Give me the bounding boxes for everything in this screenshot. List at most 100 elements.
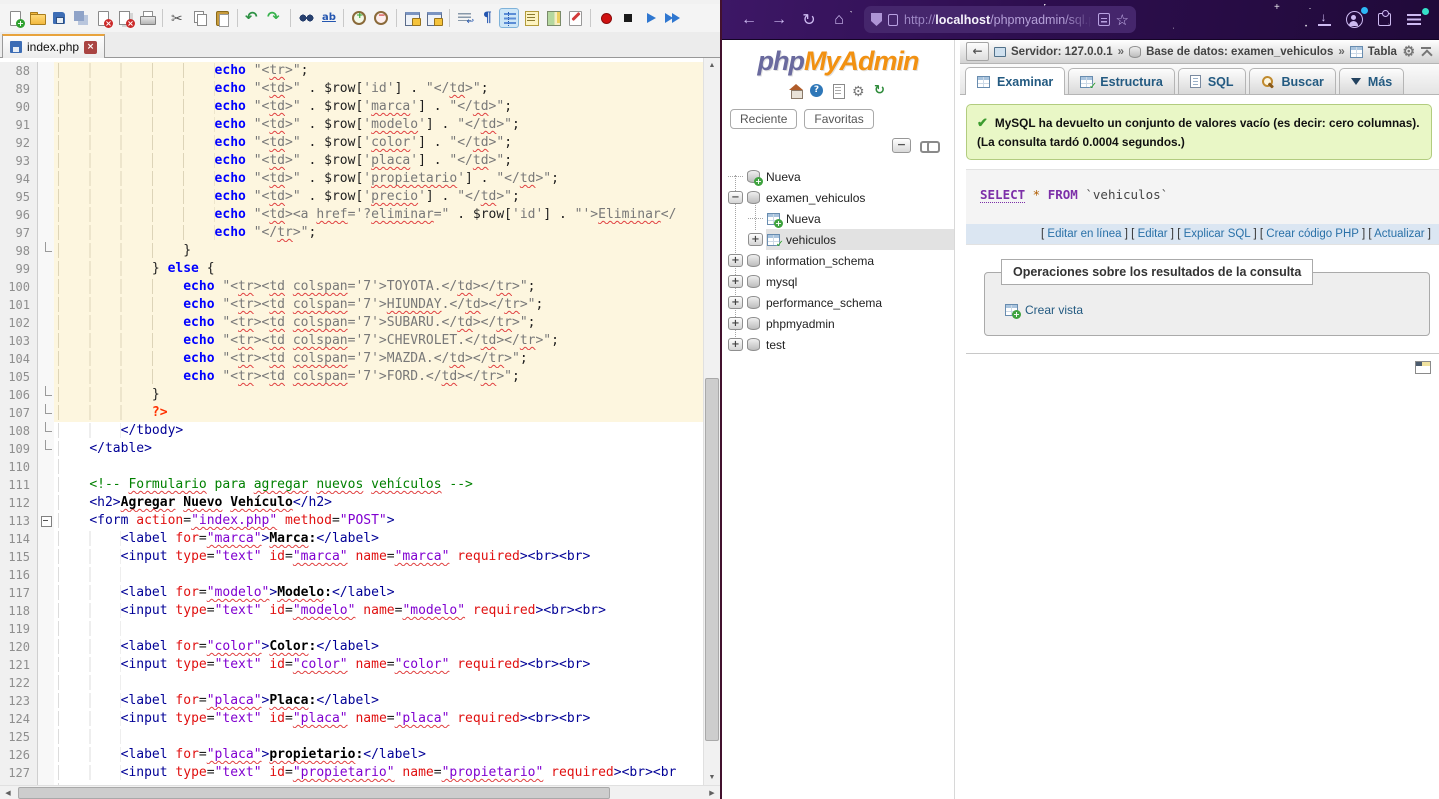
stop-macro-button[interactable] bbox=[618, 8, 638, 28]
phpmyadmin-logo[interactable]: phpMyAdmin bbox=[722, 46, 954, 76]
tab-ms[interactable]: Más bbox=[1338, 68, 1405, 94]
reader-view-icon[interactable] bbox=[1097, 13, 1110, 26]
query-window-icon[interactable] bbox=[1415, 361, 1431, 375]
page-info-icon[interactable] bbox=[888, 13, 898, 26]
find-button[interactable] bbox=[296, 8, 316, 28]
replace-button[interactable] bbox=[318, 8, 338, 28]
tab-estructura[interactable]: Estructura bbox=[1068, 68, 1175, 94]
close-button[interactable] bbox=[93, 8, 113, 28]
downloads-icon[interactable] bbox=[1309, 6, 1339, 34]
document-switcher-button[interactable] bbox=[565, 8, 585, 28]
url-bar[interactable]: http://localhost/phpmyadmin/sql.php? ☆ bbox=[864, 6, 1136, 33]
collapse-node-icon[interactable]: − bbox=[728, 191, 743, 204]
page-settings-gear-icon[interactable]: ⚙ bbox=[1402, 43, 1415, 60]
tree-item-vehiculos[interactable]: + vehiculos bbox=[722, 229, 954, 250]
scroll-down-icon[interactable]: ▼ bbox=[704, 770, 720, 785]
fold-marker-icon[interactable] bbox=[38, 422, 54, 440]
tab-buscar[interactable]: Buscar bbox=[1248, 68, 1336, 94]
tree-item-performance-schema[interactable]: + performance_schema bbox=[722, 292, 954, 313]
function-list-button[interactable] bbox=[521, 8, 541, 28]
expand-node-icon[interactable]: + bbox=[748, 233, 763, 246]
tree-item-examen-vehiculos[interactable]: − examen_vehiculos bbox=[722, 187, 954, 208]
copy-button[interactable] bbox=[190, 8, 210, 28]
scroll-left-icon[interactable]: ◀ bbox=[0, 789, 16, 797]
play-macro-button[interactable] bbox=[640, 8, 660, 28]
paste-button[interactable] bbox=[212, 8, 232, 28]
back-button[interactable]: ← bbox=[734, 6, 764, 34]
horizontal-scrollbar-thumb[interactable] bbox=[18, 786, 610, 799]
fold-marker-icon[interactable] bbox=[38, 512, 54, 530]
create-view-link[interactable]: Crear vista bbox=[1005, 303, 1083, 320]
tree-item-nueva[interactable]: Nueva bbox=[722, 166, 954, 187]
print-button[interactable] bbox=[137, 8, 157, 28]
breadcrumb-item[interactable]: Base de datos: examen_vehiculos bbox=[1146, 46, 1333, 58]
open-file-button[interactable] bbox=[27, 8, 47, 28]
horizontal-scrollbar-track[interactable] bbox=[16, 786, 704, 799]
link-editar-en-l-nea[interactable]: Editar en línea bbox=[1047, 228, 1121, 240]
home-button[interactable]: ⌂ bbox=[824, 6, 854, 34]
tracking-protection-shield-icon[interactable] bbox=[871, 13, 882, 26]
link-crear-c-digo-php[interactable]: Crear código PHP bbox=[1266, 228, 1358, 240]
vertical-scrollbar-thumb[interactable] bbox=[705, 377, 719, 742]
collapse-menu-icon[interactable] bbox=[1420, 46, 1433, 57]
tree-item-information-schema[interactable]: + information_schema bbox=[722, 250, 954, 271]
word-wrap-button[interactable] bbox=[455, 8, 475, 28]
zoom-in-button[interactable] bbox=[349, 8, 369, 28]
tab-examinar[interactable]: Examinar bbox=[965, 67, 1066, 95]
show-all-characters-button[interactable] bbox=[477, 8, 497, 28]
tree-item-nueva[interactable]: Nueva bbox=[722, 208, 954, 229]
record-macro-button[interactable] bbox=[596, 8, 616, 28]
undo-button[interactable] bbox=[243, 8, 263, 28]
account-icon[interactable] bbox=[1339, 6, 1369, 34]
zoom-out-button[interactable] bbox=[371, 8, 391, 28]
tab-index-php[interactable]: index.php × bbox=[2, 34, 106, 58]
refresh-icon[interactable] bbox=[872, 83, 888, 99]
expand-node-icon[interactable]: + bbox=[728, 338, 743, 351]
link-with-main-panel-icon[interactable] bbox=[920, 140, 940, 153]
scroll-up-icon[interactable]: ▲ bbox=[704, 58, 720, 73]
expand-node-icon[interactable]: + bbox=[728, 317, 743, 330]
document-map-button[interactable] bbox=[543, 8, 563, 28]
link-actualizar[interactable]: Actualizar bbox=[1374, 228, 1425, 240]
indent-guide-button[interactable] bbox=[499, 8, 519, 28]
synchronize-vertical-scrolling-button[interactable] bbox=[402, 8, 422, 28]
home-icon[interactable] bbox=[788, 83, 804, 99]
vertical-scrollbar[interactable]: ▲ ▼ bbox=[703, 58, 720, 785]
fold-marker-icon[interactable] bbox=[38, 404, 54, 422]
expand-node-icon[interactable]: + bbox=[728, 296, 743, 309]
save-all-button[interactable] bbox=[71, 8, 91, 28]
recent-button[interactable]: Reciente bbox=[730, 109, 798, 129]
help-icon[interactable] bbox=[809, 83, 825, 99]
tree-item-mysql[interactable]: + mysql bbox=[722, 271, 954, 292]
link-editar[interactable]: Editar bbox=[1138, 228, 1168, 240]
collapse-all-icon[interactable]: − bbox=[892, 138, 911, 153]
panel-back-button[interactable]: ← bbox=[966, 42, 989, 61]
tab-sql[interactable]: SQL bbox=[1177, 68, 1246, 94]
tree-item-test[interactable]: + test bbox=[722, 334, 954, 355]
favorites-button[interactable]: Favoritas bbox=[804, 109, 874, 129]
run-macro-multiple-times-button[interactable] bbox=[662, 8, 682, 28]
synchronize-horizontal-scrolling-button[interactable] bbox=[424, 8, 444, 28]
save-button[interactable] bbox=[49, 8, 69, 28]
horizontal-scrollbar[interactable]: ◀ ▶ bbox=[0, 785, 720, 799]
expand-node-icon[interactable]: + bbox=[728, 275, 743, 288]
redo-button[interactable] bbox=[265, 8, 285, 28]
fold-marker-icon[interactable] bbox=[38, 242, 54, 260]
fold-marker-icon[interactable] bbox=[38, 440, 54, 458]
scroll-right-icon[interactable]: ▶ bbox=[704, 789, 720, 797]
url-text[interactable]: http://localhost/phpmyadmin/sql.php? bbox=[904, 13, 1092, 27]
close-all-button[interactable] bbox=[115, 8, 135, 28]
extensions-icon[interactable] bbox=[1369, 6, 1399, 34]
expand-node-icon[interactable]: + bbox=[728, 254, 743, 267]
menu-icon[interactable] bbox=[1399, 6, 1429, 34]
documentation-icon[interactable] bbox=[830, 83, 846, 99]
settings-gear-icon[interactable] bbox=[851, 83, 867, 100]
code-editor[interactable]: 88 echo "<tr>"; 89 echo "<td>" . $row['id… bbox=[0, 58, 703, 785]
reload-button[interactable]: ↻ bbox=[794, 6, 824, 34]
new-file-button[interactable] bbox=[5, 8, 25, 28]
forward-button[interactable]: → bbox=[764, 6, 794, 34]
breadcrumb-item[interactable]: Tabla: ve bbox=[1368, 46, 1398, 58]
bookmark-star-icon[interactable]: ☆ bbox=[1116, 11, 1129, 29]
link-explicar-sql[interactable]: Explicar SQL bbox=[1184, 228, 1251, 240]
close-tab-icon[interactable]: × bbox=[84, 40, 98, 54]
